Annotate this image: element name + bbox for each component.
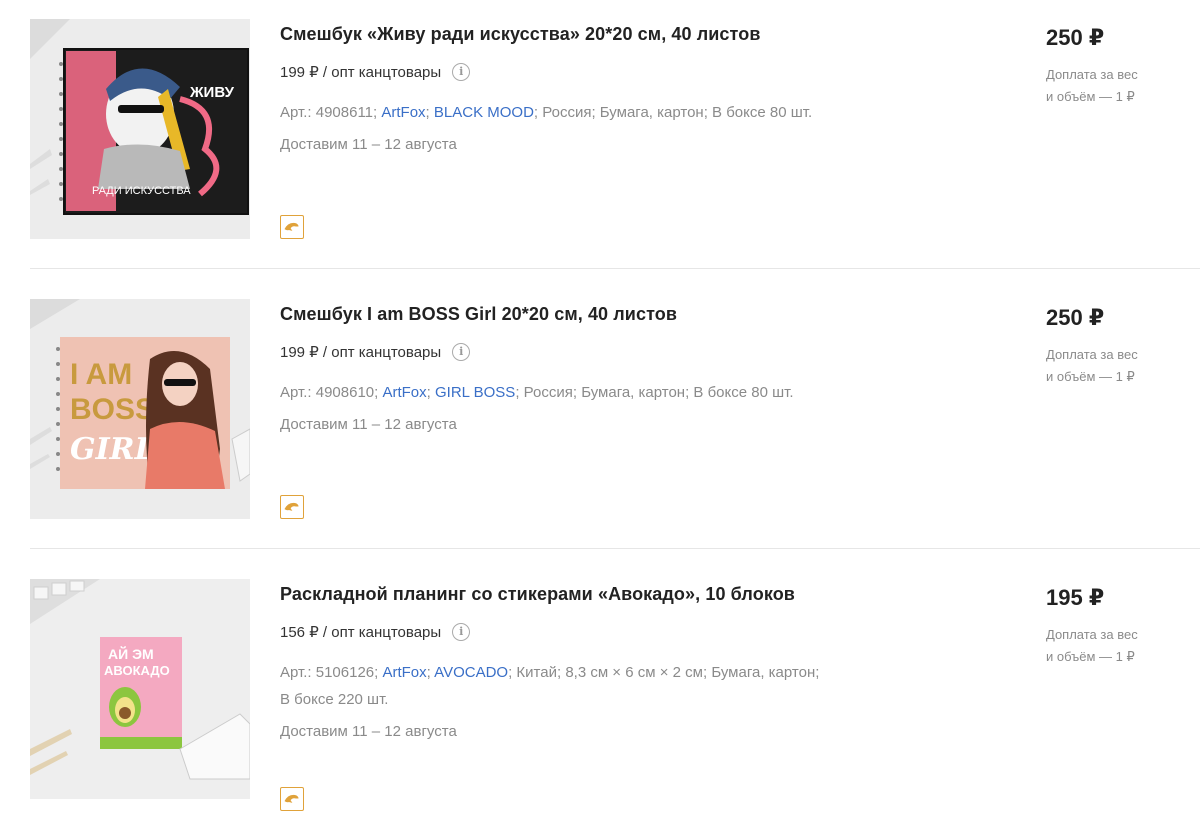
wholesale-price-text: 199 ₽ / опт канцтовары <box>280 64 442 81</box>
product-price: 250 ₽ <box>1046 305 1105 330</box>
info-icon[interactable]: i <box>452 623 471 641</box>
dolphin-icon <box>284 222 299 231</box>
product-image-art: ЖИВУ РАДИ ИСКУССТВА <box>30 19 250 239</box>
surcharge-line: и объём — 1 ₽ <box>1046 649 1135 664</box>
product-meta: Арт.: 4908610; ArtFox; GIRL BOSS; Россия… <box>280 384 794 401</box>
cover-text: РАДИ ИСКУССТВА <box>92 185 191 197</box>
dolphin-badge[interactable] <box>280 215 304 239</box>
box-quantity: В боксе 80 шт. <box>693 384 794 401</box>
surcharge-note: Доплата за вес и объём — 1 ₽ <box>1046 344 1186 388</box>
article-number: Арт.: 4908611; <box>280 104 378 121</box>
country: Россия; <box>523 384 578 401</box>
series-link[interactable]: GIRL BOSS <box>435 384 515 401</box>
size: 8,3 см × 6 см × 2 см; <box>565 664 708 681</box>
product-meta: Арт.: 5106126; ArtFox; AVOCADO; Китай; 8… <box>280 664 820 708</box>
delivery-date: Доставим 11 – 12 августа <box>280 416 457 433</box>
product-image[interactable]: АЙ ЭМ АВОКАДО <box>30 579 250 799</box>
surcharge-note: Доплата за вес и объём — 1 ₽ <box>1046 624 1186 668</box>
product-title[interactable]: Смешбук «Живу ради искусства» 20*20 см, … <box>280 24 761 45</box>
cover-text: I AM <box>70 358 132 391</box>
box-quantity: В боксе 220 шт. <box>280 691 389 708</box>
info-icon[interactable]: i <box>452 343 471 361</box>
cover-text: АВОКАДО <box>104 663 170 678</box>
surcharge-line: Доплата за вес <box>1046 627 1138 642</box>
brand-link[interactable]: ArtFox <box>382 384 426 401</box>
wholesale-price: 156 ₽ / опт канцтовары i <box>280 623 471 641</box>
brand-link[interactable]: ArtFox <box>381 104 425 121</box>
surcharge-line: и объём — 1 ₽ <box>1046 89 1135 104</box>
product-card: АЙ ЭМ АВОКАДО Раскладной планинг со стик… <box>30 560 1200 822</box>
dolphin-badge[interactable] <box>280 495 304 519</box>
article-number: Арт.: 4908610; <box>280 384 379 401</box>
product-price: 250 ₽ <box>1046 25 1105 50</box>
delivery-date: Доставим 11 – 12 августа <box>280 136 457 153</box>
article-number: Арт.: 5106126; <box>280 664 379 681</box>
cover-text: ЖИВУ <box>189 84 235 101</box>
product-list: ЖИВУ РАДИ ИСКУССТВА Смешбук «Живу ради и… <box>0 0 1200 822</box>
surcharge-note: Доплата за вес и объём — 1 ₽ <box>1046 64 1186 108</box>
material: Бумага, картон; <box>581 384 690 401</box>
cover-text: BOSS <box>70 393 155 426</box>
dolphin-badge[interactable] <box>280 787 304 811</box>
wholesale-price-text: 199 ₽ / опт канцтовары <box>280 344 442 361</box>
series-link[interactable]: BLACK MOOD <box>434 104 534 121</box>
material: Бумага, картон; <box>711 664 820 681</box>
surcharge-line: и объём — 1 ₽ <box>1046 369 1135 384</box>
product-image[interactable]: ЖИВУ РАДИ ИСКУССТВА <box>30 19 250 239</box>
product-price: 195 ₽ <box>1046 585 1105 610</box>
product-image-art: АЙ ЭМ АВОКАДО <box>30 579 250 799</box>
divider <box>30 548 1200 549</box>
dolphin-icon <box>284 794 299 803</box>
wholesale-price: 199 ₽ / опт канцтовары i <box>280 63 471 81</box>
product-title[interactable]: Раскладной планинг со стикерами «Авокадо… <box>280 584 795 605</box>
divider <box>30 268 1200 269</box>
product-meta: Арт.: 4908611; ArtFox; BLACK MOOD; Росси… <box>280 104 813 121</box>
product-card: I AM BOSS GIRL Смешбук I am BOSS Girl 20… <box>30 280 1200 560</box>
box-quantity: В боксе 80 шт. <box>712 104 813 121</box>
cover-text: АЙ ЭМ <box>108 645 154 662</box>
wholesale-price-text: 156 ₽ / опт канцтовары <box>280 624 442 641</box>
product-image[interactable]: I AM BOSS GIRL <box>30 299 250 519</box>
dolphin-icon <box>284 502 299 511</box>
product-image-art: I AM BOSS GIRL <box>30 299 250 519</box>
country: Китай; <box>516 664 562 681</box>
product-title[interactable]: Смешбук I am BOSS Girl 20*20 см, 40 лист… <box>280 304 677 325</box>
delivery-date: Доставим 11 – 12 августа <box>280 723 457 740</box>
product-card: ЖИВУ РАДИ ИСКУССТВА Смешбук «Живу ради и… <box>30 0 1200 280</box>
surcharge-line: Доплата за вес <box>1046 347 1138 362</box>
series-link[interactable]: AVOCADO <box>434 664 508 681</box>
material: Бумага, картон; <box>599 104 708 121</box>
info-icon[interactable]: i <box>452 63 471 81</box>
cover-text: GIRL <box>70 432 156 467</box>
brand-link[interactable]: ArtFox <box>382 664 426 681</box>
country: Россия; <box>542 104 596 121</box>
surcharge-line: Доплата за вес <box>1046 67 1138 82</box>
wholesale-price: 199 ₽ / опт канцтовары i <box>280 343 471 361</box>
